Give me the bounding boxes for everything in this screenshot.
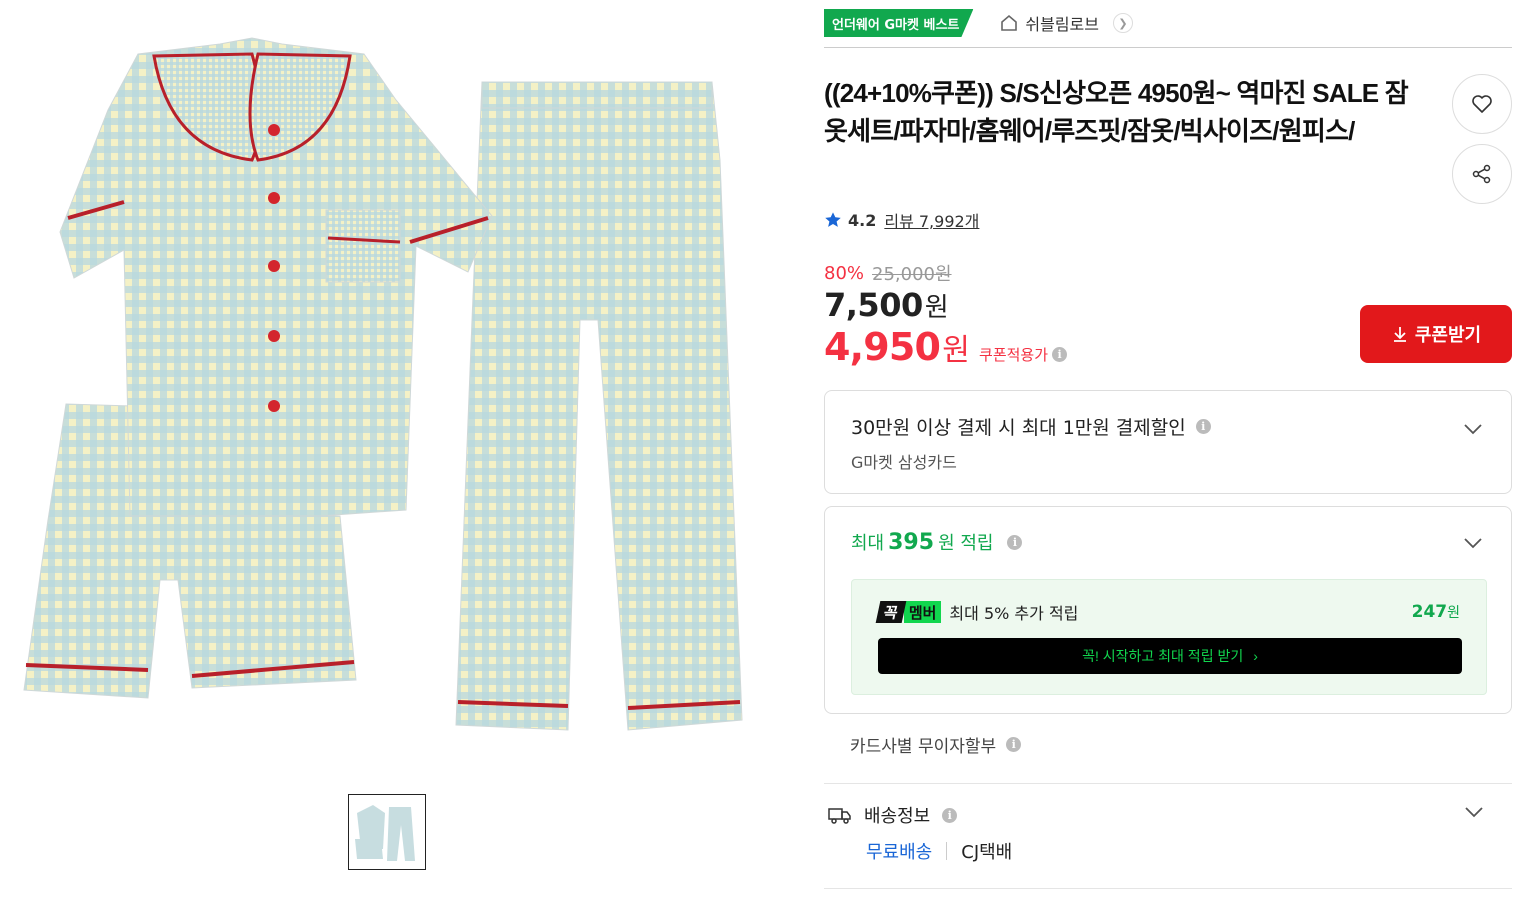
product-info-panel: 언더웨어 G마켓 베스트 쉬블림로브 ❯ ((24+10%쿠폰)) S/S신상오… [824, 0, 1512, 900]
home-icon [1001, 14, 1018, 31]
info-icon[interactable]: i [1006, 737, 1022, 752]
membership-logo-part-a: 꼭 [875, 601, 907, 623]
sale-price: 7,500원 [824, 286, 949, 324]
header-divider [824, 47, 1512, 48]
info-icon[interactable]: i [1007, 534, 1023, 550]
info-icon[interactable]: i [1195, 419, 1211, 434]
chevron-down-icon[interactable] [1464, 806, 1484, 818]
coupon-price-row: 4,950원 쿠폰적용가 i [824, 325, 1068, 369]
download-icon [1393, 327, 1406, 342]
info-icon[interactable]: i [1052, 347, 1068, 362]
points-title-row: 최대 395 원 적립 i [851, 529, 1023, 555]
section-divider [824, 888, 1512, 889]
original-price: 25,000원 [872, 264, 952, 285]
sale-price-value: 7,500 [824, 286, 923, 324]
membership-row: 꼭 멤버 최대 5% 추가 적립 [875, 600, 1079, 624]
get-coupon-label[interactable]: 쿠폰받기 [1415, 321, 1481, 347]
separator [946, 842, 948, 860]
product-thumbnail[interactable] [348, 794, 426, 870]
coupon-note-label: 쿠폰적용가 [979, 346, 1049, 364]
section-divider [824, 783, 1512, 784]
membership-text: 최대 5% 추가 적립 [949, 604, 1079, 623]
coupon-price-value: 4,950 [824, 325, 941, 369]
coupon-price-unit: 원 [942, 333, 970, 368]
wishlist-button[interactable] [1452, 74, 1512, 134]
share-button[interactable] [1452, 144, 1512, 204]
membership-join-label[interactable]: 꼭! 시작하고 최대 적립 받기 [1082, 646, 1243, 666]
best-badge[interactable]: 언더웨어 G마켓 베스트 [824, 9, 974, 37]
product-title: ((24+10%쿠폰)) S/S신상오픈 4950원~ 역마진 SALE 잠옷세… [824, 78, 1409, 146]
courier-name: CJ택배 [961, 842, 1013, 863]
points-suffix: 원 적립 [938, 533, 994, 554]
chevron-down-icon[interactable] [1463, 537, 1483, 549]
installment-row[interactable]: 카드사별 무이자할부 i [850, 732, 1022, 757]
shop-link[interactable]: 쉬블림로브 ❯ [999, 11, 1133, 35]
membership-box: 꼭 멤버 최대 5% 추가 적립 247원 꼭! 시작하고 최대 적립 받기 › [851, 579, 1487, 695]
membership-amount-value: 247 [1411, 602, 1448, 622]
shipping-title: 배송정보 [864, 806, 931, 827]
discount-percent: 80% [824, 262, 865, 284]
review-count-link[interactable]: 리뷰 7,992개 [884, 208, 979, 232]
coupon-price: 4,950원 [824, 325, 970, 369]
share-icon [1472, 164, 1491, 184]
free-shipping-label: 무료배송 [866, 842, 933, 863]
coupon-note: 쿠폰적용가 i [979, 344, 1068, 365]
membership-amount: 247원 [1412, 602, 1460, 622]
chevron-right-icon: › [1253, 648, 1258, 664]
star-icon [825, 212, 841, 227]
card-discount-title: 30만원 이상 결제 시 최대 1만원 결제할인 [851, 417, 1186, 439]
heart-icon [1472, 95, 1492, 113]
chevron-down-icon[interactable] [1463, 423, 1483, 435]
rating-row: 4.2 리뷰 7,992개 [824, 208, 979, 232]
card-discount-subtitle: G마켓 삼성카드 [851, 453, 957, 472]
points-prefix: 최대 [851, 533, 885, 554]
points-panel[interactable]: 최대 395 원 적립 i 꼭 멤버 최대 5% 추가 적립 247원 꼭! 시작… [824, 506, 1512, 714]
info-icon[interactable]: i [942, 807, 958, 823]
shipping-detail: 무료배송 CJ택배 [866, 838, 1012, 864]
shipping-title-row: 배송정보 i [828, 802, 958, 828]
rating-score: 4.2 [848, 210, 877, 230]
points-amount: 395 [888, 529, 935, 555]
shop-name[interactable]: 쉬블림로브 [1025, 11, 1099, 35]
sale-price-unit: 원 [924, 293, 949, 323]
card-discount-title-row: 30만원 이상 결제 시 최대 1만원 결제할인 i [851, 413, 1211, 440]
get-coupon-button[interactable]: 쿠폰받기 [1360, 305, 1512, 363]
membership-join-button[interactable]: 꼭! 시작하고 최대 적립 받기 › [878, 638, 1462, 674]
chevron-right-icon[interactable]: ❯ [1112, 13, 1133, 33]
product-main-image [20, 20, 760, 760]
membership-logo: 꼭 멤버 [875, 601, 942, 623]
header-row: 언더웨어 G마켓 베스트 쉬블림로브 ❯ [824, 8, 1133, 38]
membership-amount-unit: 원 [1447, 605, 1460, 621]
discount-row: 80% 25,000원 [824, 260, 952, 286]
membership-logo-part-b: 멤버 [903, 601, 942, 623]
installment-label: 카드사별 무이자할부 [850, 737, 997, 757]
card-discount-panel[interactable]: 30만원 이상 결제 시 최대 1만원 결제할인 i G마켓 삼성카드 [824, 390, 1512, 494]
truck-icon [828, 808, 851, 824]
